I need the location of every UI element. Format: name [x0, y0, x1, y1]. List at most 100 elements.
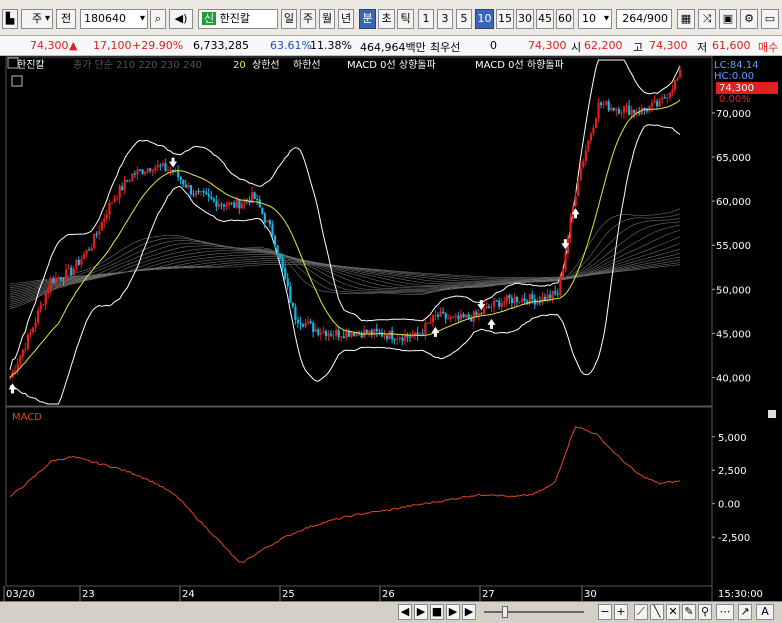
- interval-3[interactable]: 3: [437, 9, 453, 29]
- period-tick[interactable]: 틱: [397, 9, 414, 29]
- candle-body: [108, 202, 111, 216]
- change-pct: +29.90%: [132, 39, 184, 52]
- zoom-in-icon[interactable]: +: [614, 604, 628, 620]
- settings-icon[interactable]: ⚙: [740, 9, 758, 29]
- scroll-track[interactable]: [484, 611, 584, 613]
- macd-close-icon[interactable]: [768, 410, 776, 418]
- price-tick: 50,000: [716, 285, 751, 296]
- ma-fan-line: [9, 208, 681, 310]
- scroll-start-icon[interactable]: ◀: [398, 604, 412, 620]
- candle-body: [228, 202, 231, 206]
- candle-body: [556, 293, 559, 295]
- candle-body: [138, 169, 142, 171]
- candle-body: [80, 258, 83, 265]
- candle-body: [352, 333, 356, 336]
- candle-body: [54, 277, 58, 283]
- candle-body: [319, 332, 322, 335]
- legend-macd-up: MACD 0선 상향돌파: [347, 59, 436, 71]
- interval-1[interactable]: 1: [418, 9, 434, 29]
- code-input[interactable]: 180640: [80, 9, 148, 29]
- candle-body: [477, 313, 480, 316]
- save-icon[interactable]: ▣: [719, 9, 737, 29]
- mode-icon[interactable]: ⋯: [716, 604, 734, 620]
- arrow-up-icon[interactable]: ↗: [738, 604, 752, 620]
- bollinger-bands: [9, 59, 681, 405]
- market-select[interactable]: 주: [21, 9, 53, 29]
- interval-select-value: 10: [582, 12, 596, 25]
- interval-15[interactable]: 15: [496, 9, 514, 29]
- grid-icon[interactable]: ▦: [677, 9, 695, 29]
- stock-name-field[interactable]: 신 한진칼: [198, 9, 278, 29]
- candle-body: [19, 356, 22, 364]
- chart-menu-icon[interactable]: ▙: [2, 9, 18, 29]
- scroll-right-icon[interactable]: ▶: [446, 604, 460, 620]
- count-value: 264: [622, 12, 644, 25]
- tool-icon[interactable]: ⚲: [698, 604, 712, 620]
- trend-icon[interactable]: ⟋: [634, 604, 648, 620]
- chart-area[interactable]: 한진칼 종가 단순 210 220 230 240 20 상한선 하한선 MAC…: [0, 56, 782, 623]
- code-value: 180640: [84, 12, 126, 25]
- period-week[interactable]: 주: [300, 9, 316, 29]
- macd-tick: 0.00: [718, 500, 740, 511]
- candle-body: [393, 339, 396, 341]
- line-icon[interactable]: ╲: [650, 604, 664, 620]
- candle-body: [549, 294, 552, 299]
- candle-body: [299, 323, 302, 325]
- candle-body: [531, 294, 534, 300]
- price-tick: 45,000: [716, 329, 751, 340]
- candle-body: [276, 245, 279, 254]
- candle-body: [541, 296, 544, 303]
- interval-label: 15: [498, 12, 512, 25]
- candle-body: [324, 331, 328, 337]
- period-minute[interactable]: 분: [359, 9, 376, 29]
- candle-body: [301, 324, 305, 327]
- period-second[interactable]: 초: [378, 9, 395, 29]
- search-icon[interactable]: ⌕: [150, 9, 166, 29]
- candle-body: [284, 268, 287, 279]
- interval-45[interactable]: 45: [536, 9, 554, 29]
- zoom-out-icon[interactable]: −: [598, 604, 612, 620]
- pencil-icon[interactable]: ✎: [682, 604, 696, 620]
- scroll-left-icon[interactable]: ▶: [414, 604, 428, 620]
- speaker-icon[interactable]: ◀): [169, 9, 193, 29]
- candle-body: [666, 97, 669, 99]
- scroll-thumb[interactable]: [502, 606, 508, 618]
- candle-body: [582, 160, 585, 168]
- candle-body: [200, 190, 203, 192]
- period-day[interactable]: 일: [281, 9, 297, 29]
- scroll-end-icon[interactable]: ▶: [462, 604, 476, 620]
- ma-fan-line: [9, 253, 681, 292]
- candle-body: [459, 314, 463, 320]
- interval-30[interactable]: 30: [516, 9, 534, 29]
- candle-body: [380, 332, 384, 337]
- period-month[interactable]: 월: [319, 9, 335, 29]
- window-icon[interactable]: ▭: [761, 9, 779, 29]
- candle-body: [184, 184, 187, 188]
- text-tool-icon[interactable]: A: [756, 604, 774, 620]
- interval-60[interactable]: 60: [556, 9, 574, 29]
- candle-body: [421, 333, 424, 335]
- candle-body: [345, 331, 348, 338]
- stop-icon[interactable]: ■: [430, 604, 444, 620]
- candle-body: [235, 199, 238, 208]
- prev-button[interactable]: 전: [56, 9, 76, 29]
- count-input[interactable]: 264/900: [616, 9, 672, 29]
- cross-icon[interactable]: ✕: [666, 604, 680, 620]
- price-macd-chart[interactable]: 한진칼 종가 단순 210 220 230 240 20 상한선 하한선 MAC…: [0, 56, 782, 601]
- high-label: 고: [633, 41, 644, 54]
- candle-body: [625, 105, 628, 107]
- macd-tick: -2,500: [718, 533, 750, 544]
- interval-5[interactable]: 5: [456, 9, 472, 29]
- candle-body: [161, 163, 165, 167]
- period-year[interactable]: 년: [338, 9, 354, 29]
- candle-body: [617, 109, 621, 114]
- interval-select[interactable]: 10: [578, 9, 612, 29]
- current-price: 74,300: [528, 39, 567, 52]
- candle-body: [47, 289, 50, 294]
- last-pct: 0.00%: [719, 94, 751, 105]
- interval-10[interactable]: 10: [475, 9, 494, 29]
- ma20-line: [9, 99, 681, 378]
- price-tick: 40,000: [716, 374, 751, 385]
- grid-toggle-icon[interactable]: [11, 75, 23, 87]
- compare-icon[interactable]: ⤨: [698, 9, 716, 29]
